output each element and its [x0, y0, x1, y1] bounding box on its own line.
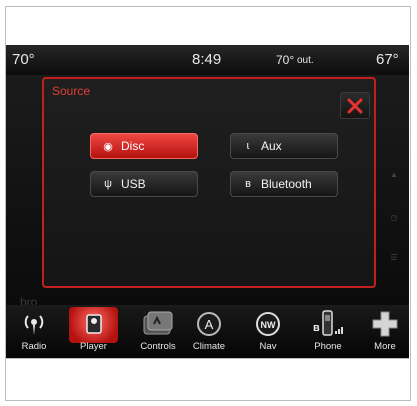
more-icon — [371, 309, 399, 339]
side-ghost-icon-2: ◷ — [390, 213, 398, 222]
source-button-label: Aux — [261, 139, 282, 153]
nav-radio[interactable]: Radio — [10, 305, 58, 358]
nav-label: Climate — [192, 341, 226, 352]
svg-text:ʙ: ʙ — [313, 322, 320, 334]
radio-icon — [21, 309, 47, 339]
head-unit-screen: 70° 8:49 70° out. 67° ▲ ◷ ☰ bro Source ◉… — [6, 45, 409, 358]
status-bar: 70° 8:49 70° out. 67° — [6, 45, 409, 75]
close-icon — [347, 98, 363, 113]
popup-title: Source — [52, 84, 91, 98]
temp-left[interactable]: 70° — [12, 51, 35, 68]
bottom-nav-bar: Radio Player Controls A Climate NW Nav ʙ… — [6, 305, 409, 358]
nav-label: Phone — [314, 341, 342, 352]
controls-icon — [141, 309, 175, 339]
svg-text:A: A — [205, 317, 214, 332]
nav-label: Radio — [21, 341, 47, 352]
outside-temp: 70° — [276, 53, 295, 67]
nav-label: More — [374, 341, 396, 352]
nav-phone[interactable]: ʙ Phone — [304, 305, 352, 358]
side-ghost-icon-3: ☰ — [390, 253, 398, 262]
frame-divider — [6, 358, 409, 359]
nav-player[interactable]: Player — [69, 305, 118, 358]
svg-text:NW: NW — [261, 320, 276, 330]
source-button-bluetooth[interactable]: ʙ Bluetooth — [230, 171, 338, 197]
nav-controls[interactable]: Controls — [126, 305, 190, 358]
nav-label: Nav — [259, 341, 277, 352]
climate-icon: A — [195, 309, 223, 339]
nav-label: Controls — [140, 341, 176, 352]
disc-icon: ◉ — [103, 140, 113, 153]
nav-climate[interactable]: A Climate — [182, 305, 236, 358]
nav-more[interactable]: More — [364, 305, 406, 358]
source-button-label: Bluetooth — [261, 177, 312, 191]
usb-icon: ψ — [104, 178, 112, 190]
player-icon — [79, 309, 109, 339]
source-button-aux[interactable]: ɩ Aux — [230, 133, 338, 159]
nav-icon: NW — [254, 309, 282, 339]
side-ghost-icon-1: ▲ — [390, 170, 398, 179]
bluetooth-icon: ʙ — [245, 178, 251, 190]
nav-label: Player — [80, 341, 107, 352]
source-popup: Source ◉ Disc ɩ Aux ψ USB ʙ Bluetooth — [42, 77, 376, 288]
nav-nav[interactable]: NW Nav — [244, 305, 292, 358]
phone-icon: ʙ — [311, 309, 345, 339]
source-button-label: Disc — [121, 139, 145, 153]
source-button-disc[interactable]: ◉ Disc — [90, 133, 198, 159]
source-button-usb[interactable]: ψ USB — [90, 171, 198, 197]
close-button[interactable] — [340, 92, 370, 119]
temp-right[interactable]: 67° — [376, 51, 399, 68]
outside-temp-suffix: out. — [297, 55, 314, 66]
source-button-label: USB — [121, 177, 146, 191]
aux-icon: ɩ — [246, 140, 250, 152]
clock: 8:49 — [192, 51, 222, 68]
